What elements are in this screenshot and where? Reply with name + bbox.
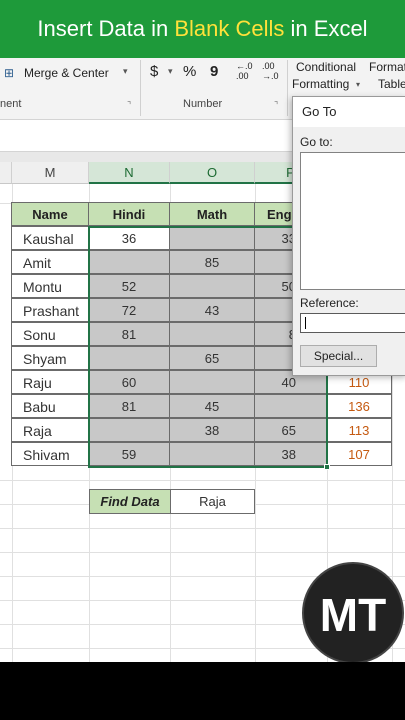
eng-cell[interactable]: 38: [254, 442, 327, 466]
hindi-cell[interactable]: [88, 346, 170, 370]
eng-cell[interactable]: 65: [254, 418, 327, 442]
name-cell[interactable]: Shivam: [11, 442, 89, 466]
column-header-n[interactable]: N: [89, 162, 170, 184]
math-cell[interactable]: 85: [169, 250, 255, 274]
name-cell[interactable]: Babu: [11, 394, 89, 418]
hindi-cell[interactable]: 52: [88, 274, 170, 298]
hindi-cell[interactable]: 81: [88, 394, 170, 418]
name-cell[interactable]: Kaushal: [11, 226, 89, 250]
number-group-label: Number: [183, 98, 223, 110]
hindi-cell[interactable]: 81: [88, 322, 170, 346]
reference-label: Reference:: [300, 296, 359, 310]
currency-button[interactable]: $: [150, 63, 158, 80]
hindi-cell[interactable]: 72: [88, 298, 170, 322]
alignment-group-label: nent: [0, 98, 22, 110]
gridline: [0, 480, 405, 481]
math-cell[interactable]: [169, 442, 255, 466]
hindi-cell[interactable]: 36: [88, 226, 170, 250]
name-cell[interactable]: Shyam: [11, 346, 89, 370]
hindi-cell[interactable]: [88, 418, 170, 442]
goto-label: Go to:: [300, 135, 333, 149]
math-cell[interactable]: [169, 274, 255, 298]
ribbon-separator: [287, 60, 288, 116]
number-launcher-icon[interactable]: ⌝: [274, 100, 278, 111]
alignment-launcher-icon[interactable]: ⌝: [127, 100, 131, 111]
column-header-m[interactable]: M: [12, 162, 89, 184]
math-cell[interactable]: [169, 322, 255, 346]
math-cell[interactable]: 43: [169, 298, 255, 322]
name-cell[interactable]: Amit: [11, 250, 89, 274]
bottom-black-bar: [0, 662, 405, 720]
conditional-formatting-button[interactable]: Formatting: [292, 77, 349, 91]
total-cell[interactable]: 113: [326, 418, 392, 442]
banner-text-4: in Excel: [290, 16, 368, 41]
format-as-table-button[interactable]: Table: [378, 77, 405, 91]
conditional-formatting-line1[interactable]: Conditional: [296, 60, 356, 74]
format-as-table-line1[interactable]: Format: [369, 60, 405, 74]
increase-decimal-button[interactable]: ←.0 .00: [236, 61, 253, 81]
name-cell[interactable]: Prashant: [11, 298, 89, 322]
hindi-cell[interactable]: [88, 250, 170, 274]
math-cell[interactable]: 45: [169, 394, 255, 418]
name-cell[interactable]: Montu: [11, 274, 89, 298]
find-data-value[interactable]: Raja: [170, 489, 255, 514]
mt-logo: MT: [302, 562, 404, 664]
math-cell[interactable]: [169, 226, 255, 250]
hindi-cell[interactable]: 60: [88, 370, 170, 394]
currency-dropdown-icon[interactable]: ▾: [168, 66, 173, 77]
find-data-label: Find Data: [89, 489, 171, 514]
merge-center-button[interactable]: Merge & Center: [24, 66, 109, 80]
reference-input[interactable]: [300, 313, 405, 333]
name-cell[interactable]: Raju: [11, 370, 89, 394]
total-cell[interactable]: 136: [326, 394, 392, 418]
hindi-cell[interactable]: 59: [88, 442, 170, 466]
math-cell[interactable]: [169, 370, 255, 394]
name-cell[interactable]: Sonu: [11, 322, 89, 346]
conditional-dropdown-icon[interactable]: ▾: [356, 80, 360, 89]
banner-text-1: Insert Data: [37, 16, 152, 41]
goto-dialog-title: Go To: [293, 97, 405, 127]
ribbon-separator: [140, 60, 141, 116]
fill-handle[interactable]: [324, 464, 330, 470]
merge-dropdown-icon[interactable]: ▾: [123, 66, 128, 77]
name-cell[interactable]: Raja: [11, 418, 89, 442]
total-cell[interactable]: 107: [326, 442, 392, 466]
banner-text-3: Blank Cells: [174, 16, 291, 41]
title-banner: Insert Data in Blank Cells in Excel: [0, 0, 405, 58]
table-header-math[interactable]: Math: [169, 202, 255, 226]
goto-dialog: Go To Go to: Reference: Special...: [292, 96, 405, 376]
gridline: [0, 528, 405, 529]
percent-button[interactable]: %: [183, 63, 196, 80]
gridline: [0, 552, 405, 553]
column-header-prev[interactable]: [0, 162, 12, 184]
banner-text-2: in: [151, 16, 175, 41]
merge-icon: ⊞: [4, 66, 15, 80]
table-header-name[interactable]: Name: [11, 202, 89, 226]
math-cell[interactable]: 38: [169, 418, 255, 442]
goto-listbox[interactable]: [300, 152, 405, 290]
eng-cell[interactable]: [254, 394, 327, 418]
decrease-decimal-button[interactable]: .00 →.0: [262, 61, 279, 81]
text-caret: [305, 317, 306, 329]
comma-style-button[interactable]: 9: [210, 63, 218, 80]
special-button[interactable]: Special...: [300, 345, 377, 367]
table-header-hindi[interactable]: Hindi: [88, 202, 170, 226]
column-header-o[interactable]: O: [170, 162, 255, 184]
math-cell[interactable]: 65: [169, 346, 255, 370]
